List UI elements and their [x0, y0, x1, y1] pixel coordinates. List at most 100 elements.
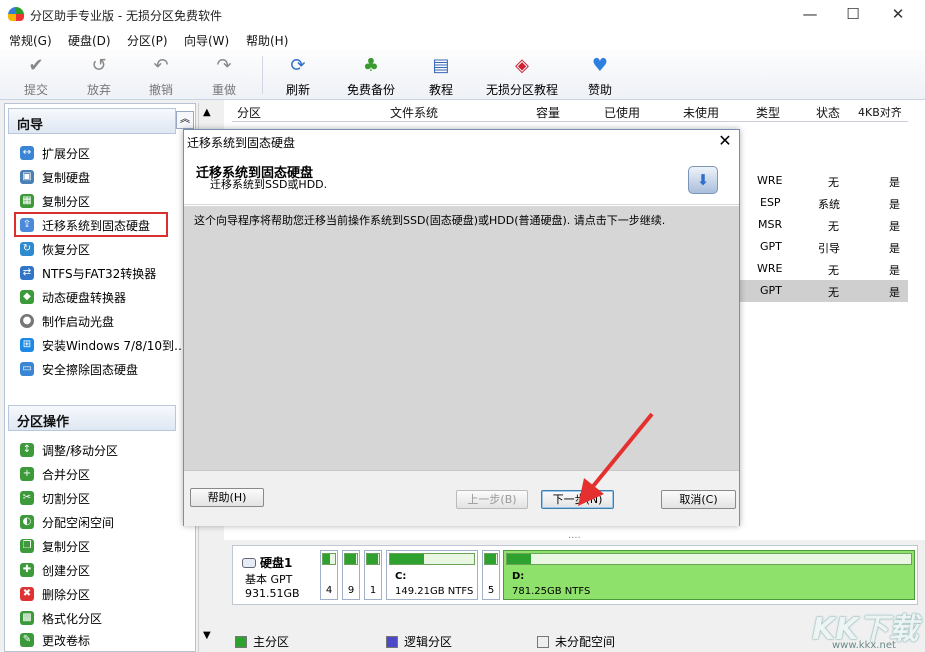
op-format-partition[interactable]: ▩格式化分区 [20, 607, 102, 629]
partition-block[interactable]: 5 [482, 550, 500, 600]
logical-swatch [386, 636, 398, 648]
col-used[interactable]: 已使用 [604, 104, 640, 121]
partition-block-d-selected[interactable]: D:781.25GB NTFS [503, 550, 915, 600]
undo-button[interactable]: ↶撤销 [131, 54, 191, 98]
table-row[interactable]: WRE无是 [740, 258, 908, 280]
close-button[interactable]: ✕ [875, 0, 921, 30]
discard-icon: ↺ [69, 54, 129, 78]
tutorial-icon: ▤ [411, 54, 471, 78]
unallocated-swatch [537, 636, 549, 648]
help-button[interactable]: 帮助(H) [190, 488, 264, 507]
disk-name[interactable]: 硬盘1 [242, 554, 292, 571]
partition-block[interactable]: 4 [320, 550, 338, 600]
refresh-icon: ⟳ [268, 54, 328, 78]
scroll-down-icon[interactable]: ▼ [203, 630, 211, 641]
op-delete-partition[interactable]: ✖删除分区 [20, 583, 90, 605]
minimize-button[interactable]: — [787, 0, 833, 30]
erase-icon: ▭ [20, 362, 34, 376]
split-icon: ✂ [20, 491, 34, 505]
app-logo-icon [8, 7, 24, 21]
free-backup-button[interactable]: ♣免费备份 [340, 54, 402, 98]
dialog-close-icon[interactable]: ✕ [715, 131, 735, 150]
menu-disk[interactable]: 硬盘(D) [68, 32, 111, 49]
col-4k-align[interactable]: 4KB对齐 [858, 104, 902, 120]
table-row[interactable]: GPT引导是 [740, 236, 908, 258]
col-type[interactable]: 类型 [756, 104, 780, 121]
wizard-extend-partition[interactable]: ↔扩展分区 [20, 142, 90, 164]
extend-icon: ↔ [20, 146, 34, 160]
op-split[interactable]: ✂切割分区 [20, 487, 90, 509]
resize-icon: ↕ [20, 443, 34, 457]
allocate-icon: ◐ [20, 515, 34, 529]
op-allocate-free-space[interactable]: ◐分配空闲空间 [20, 511, 114, 533]
refresh-button[interactable]: ⟳刷新 [268, 54, 328, 98]
cancel-button[interactable]: 取消(C) [661, 490, 736, 509]
sponsor-button[interactable]: ♥赞助 [570, 54, 630, 98]
menu-partition[interactable]: 分区(P) [127, 32, 168, 49]
migrate-ssd-icon: ⇪ [20, 218, 34, 232]
annotation-arrow [570, 410, 660, 510]
collapse-wizard-button[interactable]: ︽ [176, 111, 194, 129]
windows-icon: ⊞ [20, 338, 34, 352]
wizard-copy-disk[interactable]: ▣复制硬盘 [20, 166, 90, 188]
col-partition[interactable]: 分区 [237, 104, 261, 121]
maximize-button[interactable]: ☐ [830, 0, 876, 30]
prev-button[interactable]: 上一步(B) [456, 490, 528, 509]
wizard-ntfs-fat32-converter[interactable]: ⇄NTFS与FAT32转换器 [20, 262, 156, 284]
window-title: 分区助手专业版 - 无损分区免费软件 [30, 7, 222, 24]
wizard-migrate-os-to-ssd[interactable]: ⇪迁移系统到固态硬盘 [20, 214, 150, 236]
partition-tutorial-button[interactable]: ◈无损分区教程 [482, 54, 562, 98]
tutorial-button[interactable]: ▤教程 [411, 54, 471, 98]
partition-ops-panel-header: 分区操作 [8, 405, 176, 431]
table-row[interactable]: MSR无是 [740, 214, 908, 236]
table-row[interactable]: WRE无是 [740, 170, 908, 192]
create-icon: ✚ [20, 563, 34, 577]
col-unused[interactable]: 未使用 [683, 104, 719, 121]
backup-icon: ♣ [340, 54, 402, 78]
wizard-install-windows[interactable]: ⊞安装Windows 7/8/10到… [20, 334, 186, 356]
check-icon: ✔ [6, 54, 66, 78]
convert-icon: ⇄ [20, 266, 34, 280]
menu-wizard[interactable]: 向导(W) [184, 32, 229, 49]
menu-help[interactable]: 帮助(H) [246, 32, 288, 49]
ssd-migrate-icon: ⬇ [688, 166, 718, 194]
legend-logical: 逻辑分区 [386, 633, 452, 650]
col-capacity[interactable]: 容量 [536, 104, 560, 121]
heart-icon: ♥ [570, 54, 630, 78]
partition-block-c[interactable]: C:149.21GB NTFS [386, 550, 478, 600]
wizard-panel-header: 向导 [8, 108, 176, 134]
op-change-label[interactable]: ✎更改卷标 [20, 631, 90, 649]
col-status[interactable]: 状态 [816, 104, 840, 121]
wizard-dynamic-disk-converter[interactable]: ◆动态硬盘转换器 [20, 286, 126, 308]
scroll-up-icon[interactable]: ▲ [203, 107, 211, 118]
wizard-copy-partition[interactable]: ▦复制分区 [20, 190, 90, 212]
op-merge[interactable]: +合并分区 [20, 463, 90, 485]
wizard-make-bootable-cd[interactable]: ●制作启动光盘 [20, 310, 114, 332]
wizard-secure-erase-ssd[interactable]: ▭安全擦除固态硬盘 [20, 358, 138, 380]
table-row-selected[interactable]: GPT无是 [740, 280, 908, 302]
redo-icon: ↷ [194, 54, 254, 78]
table-header [232, 102, 908, 122]
recover-icon: ↻ [20, 242, 34, 256]
undo-icon: ↶ [131, 54, 191, 78]
format-icon: ▩ [20, 611, 34, 625]
disk-type: 基本 GPT [245, 571, 292, 587]
menu-general[interactable]: 常规(G) [9, 32, 52, 49]
commit-button[interactable]: ✔提交 [6, 54, 66, 98]
op-create-partition[interactable]: ✚创建分区 [20, 559, 90, 581]
table-row[interactable]: ESP系统是 [740, 192, 908, 214]
col-filesystem[interactable]: 文件系统 [390, 104, 438, 121]
legend-unallocated: 未分配空间 [537, 633, 615, 650]
partition-block[interactable]: 9 [342, 550, 360, 600]
partition-block[interactable]: 1 [364, 550, 382, 600]
splitter-grip[interactable]: ···· [568, 533, 581, 544]
op-resize-move[interactable]: ↕调整/移动分区 [20, 439, 118, 461]
wizard-recover-partition[interactable]: ↻恢复分区 [20, 238, 90, 260]
copy-disk-icon: ▣ [20, 170, 34, 184]
discard-button[interactable]: ↺放弃 [69, 54, 129, 98]
op-copy-partition[interactable]: ❐复制分区 [20, 535, 90, 557]
copy-partition-icon: ▦ [20, 194, 34, 208]
dialog-title: 迁移系统到固态硬盘 [187, 134, 295, 151]
redo-button[interactable]: ↷重做 [194, 54, 254, 98]
partition-tutorial-icon: ◈ [482, 54, 562, 78]
